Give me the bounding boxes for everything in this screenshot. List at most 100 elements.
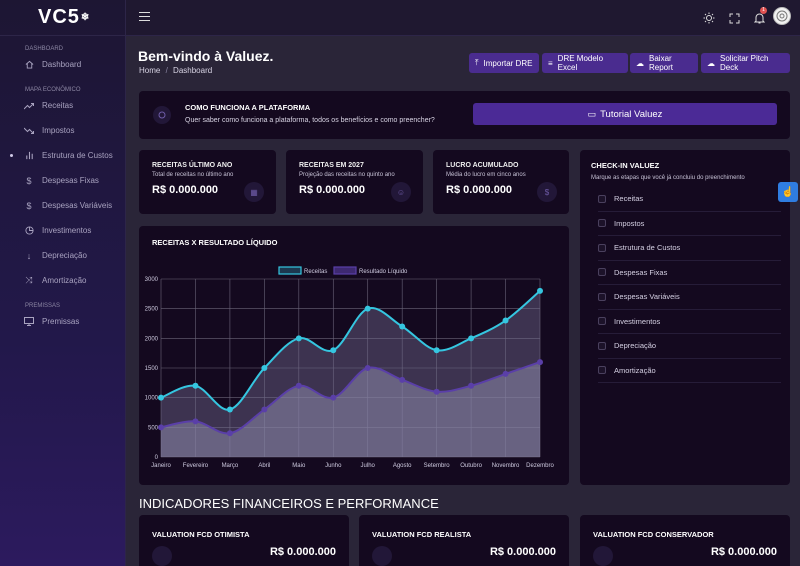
avatar[interactable]	[773, 7, 791, 25]
chart-svg: 0 500 1000 1500 2000 2500 3000 Janeiro Fevereiro…	[145, 266, 554, 469]
sidebar-item-premissas[interactable]: Premissas	[0, 309, 125, 334]
data-point	[364, 305, 371, 312]
video-icon: ▭	[587, 108, 597, 119]
home-icon	[24, 60, 34, 70]
tutorial-valuez-button[interactable]: ▭ Tutorial Valuez	[473, 103, 777, 125]
y-tick-label: 3000	[145, 277, 159, 283]
theme-sun-icon[interactable]	[703, 11, 715, 29]
data-point	[364, 365, 371, 371]
data-point	[295, 382, 302, 389]
sidebar-item-impostos[interactable]: Impostos	[0, 118, 125, 143]
sidebar-item-label: Investimentos	[42, 226, 92, 235]
x-tick-label: Janeiro	[151, 463, 171, 469]
checkin-item-label: Depreciação	[614, 341, 657, 351]
checkbox[interactable]	[598, 317, 606, 326]
valuation-value: R$ 0.000.000	[269, 546, 336, 558]
checkin-title: CHECK-IN VALUEZ	[591, 161, 660, 170]
x-tick-label: Abril	[258, 463, 270, 469]
x-tick-label: Dezembro	[526, 463, 554, 469]
checkin-item-label: Despesas Variáveis	[614, 292, 680, 302]
bar-chart-icon	[24, 151, 34, 161]
sidebar-item-label: Depreciação	[42, 251, 87, 260]
brand-mark: ❄	[80, 12, 91, 23]
data-point	[192, 382, 199, 389]
checkin-item[interactable]: Depreciação	[598, 334, 781, 359]
data-point	[295, 335, 302, 342]
howto-subtitle: Quer saber como funciona a plataforma, t…	[185, 117, 435, 124]
y-tick-label: 500	[148, 425, 159, 431]
checkin-card: CHECK-IN VALUEZ Marque as etapas que voc…	[580, 150, 790, 485]
sidebar-item-label: Amortização	[42, 276, 87, 285]
legend-swatch	[333, 266, 357, 275]
sidebar-item-label: Dashboard	[42, 60, 82, 69]
notifications-bell-icon[interactable]: 1	[753, 7, 767, 29]
arrow-down-icon: ↓	[26, 250, 32, 261]
sidebar-item-label: Estrutura de Custos	[42, 151, 113, 160]
sidebar-item-estrutura-custos[interactable]: Estrutura de Custos	[0, 143, 125, 168]
dollar-icon: $	[26, 175, 32, 186]
breadcrumb-home[interactable]: Home	[139, 66, 160, 75]
sidebar-item-investimentos[interactable]: Investimentos	[0, 218, 125, 243]
checkin-item-label: Investimentos	[614, 316, 661, 326]
checkin-item[interactable]: Receitas	[598, 187, 781, 212]
data-point	[502, 370, 509, 377]
sidebar-item-despesas-variaveis[interactable]: $ Despesas Variáveis	[0, 193, 125, 218]
checkin-item[interactable]: Despesas Variáveis	[598, 285, 781, 310]
trend-circle-icon	[372, 546, 392, 566]
section-premissas-title: PREMISSAS	[25, 303, 61, 309]
checkin-item[interactable]: Despesas Fixas	[598, 261, 781, 285]
dollar-icon: $	[26, 200, 32, 211]
breadcrumb-separator: /	[165, 66, 168, 75]
checkbox[interactable]	[598, 219, 606, 228]
trend-up-icon	[24, 101, 34, 111]
accessibility-button[interactable]: ☝	[778, 182, 798, 202]
checkbox[interactable]	[598, 194, 606, 203]
menu-icon[interactable]	[139, 12, 150, 21]
legend-label: Resultado Líquido	[359, 269, 408, 275]
sidebar-item-label: Premissas	[42, 317, 80, 326]
valuation-value: R$ 0.000.000	[489, 546, 556, 558]
sidebar-item-amortizacao[interactable]: ⤨ Amortização	[0, 268, 125, 293]
baixar-report-button[interactable]: ☁ Baixar Report	[630, 53, 698, 73]
data-point	[261, 365, 268, 371]
x-tick-label: Outubro	[460, 463, 482, 469]
checkbox[interactable]	[598, 341, 606, 350]
checkin-item[interactable]: Investimentos	[598, 310, 781, 334]
checkin-item[interactable]: Amortização	[598, 359, 781, 383]
y-tick-label: 2500	[145, 307, 159, 313]
data-point	[468, 382, 475, 389]
section-mapa-title: MAPA ECONÔMICO	[25, 87, 81, 93]
sidebar-item-depreciacao[interactable]: ↓ Depreciação	[0, 243, 125, 268]
sidebar-item-label: Despesas Variáveis	[42, 201, 113, 210]
checkin-item-label: Impostos	[614, 218, 645, 228]
checkbox[interactable]	[598, 292, 606, 301]
y-tick-label: 1500	[145, 366, 159, 372]
dre-modelo-excel-button[interactable]: ≡ DRE Modelo Excel	[542, 53, 628, 73]
solicitar-pitch-deck-button[interactable]: ☁ Solicitar Pitch Deck	[701, 53, 790, 73]
fullscreen-icon[interactable]	[729, 11, 740, 29]
checkin-item-label: Despesas Fixas	[614, 267, 668, 277]
kpi-card-lucro-acumulado: LUCRO ACUMULADO Média do lucro em cinco …	[433, 150, 569, 214]
valuation-card-otimista: VALUATION FCD OTIMISTA R$ 0.000.000	[139, 515, 349, 566]
data-point	[158, 424, 164, 431]
checkin-item[interactable]: Impostos	[598, 212, 781, 236]
data-point	[399, 376, 406, 383]
y-tick-label: 0	[155, 455, 159, 461]
x-tick-label: Setembro	[424, 463, 451, 469]
sidebar-item-label: Receitas	[42, 101, 74, 110]
sidebar-item-receitas[interactable]: Receitas	[0, 93, 125, 118]
kpi-title: RECEITAS EM 2027	[299, 162, 364, 169]
sidebar-item-despesas-fixas[interactable]: $ Despesas Fixas	[0, 168, 125, 193]
sidebar-item-dashboard[interactable]: Dashboard	[0, 52, 125, 77]
checkin-item-label: Amortização	[614, 365, 656, 375]
chart-card: RECEITAS X RESULTADO LÍQUIDO 0 500 1000 150…	[139, 226, 569, 485]
checkbox[interactable]	[598, 366, 606, 375]
import-dre-button[interactable]: ⤒ Importar DRE	[469, 53, 539, 73]
trend-down-icon	[24, 126, 34, 136]
button-label: Baixar Report	[649, 54, 674, 72]
checkin-item[interactable]: Estrutura de Custos	[598, 236, 781, 261]
checkbox[interactable]	[598, 268, 606, 277]
howto-title: COMO FUNCIONA A PLATAFORMA	[185, 103, 311, 112]
checkbox[interactable]	[598, 243, 606, 252]
brand-logo[interactable]: VC5 ❄	[0, 0, 125, 36]
